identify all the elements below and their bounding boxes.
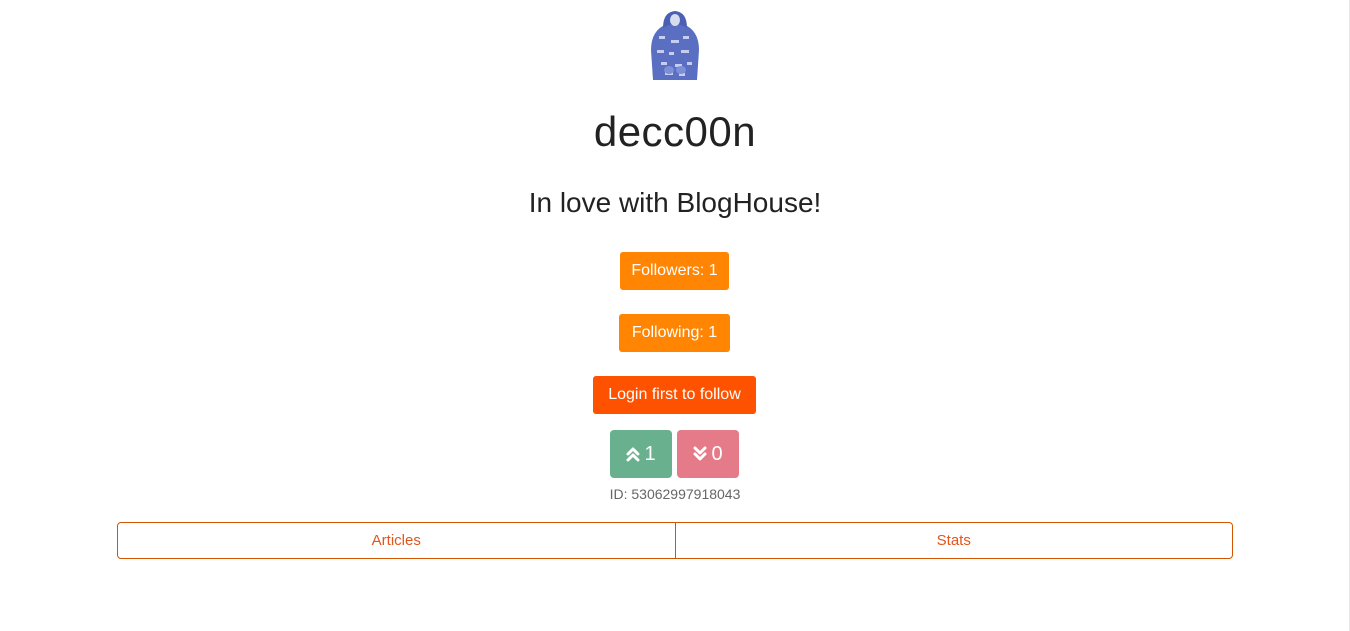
- downvote-button[interactable]: 0: [677, 430, 739, 478]
- user-bio: In love with BlogHouse!: [528, 187, 822, 218]
- avatar: [645, 6, 705, 80]
- username-title: decc00n: [593, 108, 757, 155]
- profile-page: decc00n In love with BlogHouse! Follower…: [0, 0, 1350, 631]
- user-id-label: ID: 53062997918043: [609, 486, 741, 502]
- following-button[interactable]: Following: 1: [619, 314, 730, 352]
- followers-button[interactable]: Followers: 1: [620, 252, 729, 290]
- upvote-count: 1: [644, 442, 656, 465]
- tab-articles[interactable]: Articles: [118, 523, 675, 558]
- double-chevron-up-icon: [626, 446, 640, 462]
- avatar-image: [651, 11, 699, 80]
- upvote-button[interactable]: 1: [610, 430, 672, 478]
- downvote-count: 0: [711, 442, 723, 465]
- login-to-follow-button[interactable]: Login first to follow: [593, 376, 756, 414]
- profile-tabs: Articles Stats: [117, 522, 1233, 559]
- tab-stats[interactable]: Stats: [674, 523, 1233, 558]
- double-chevron-down-icon: [693, 446, 707, 462]
